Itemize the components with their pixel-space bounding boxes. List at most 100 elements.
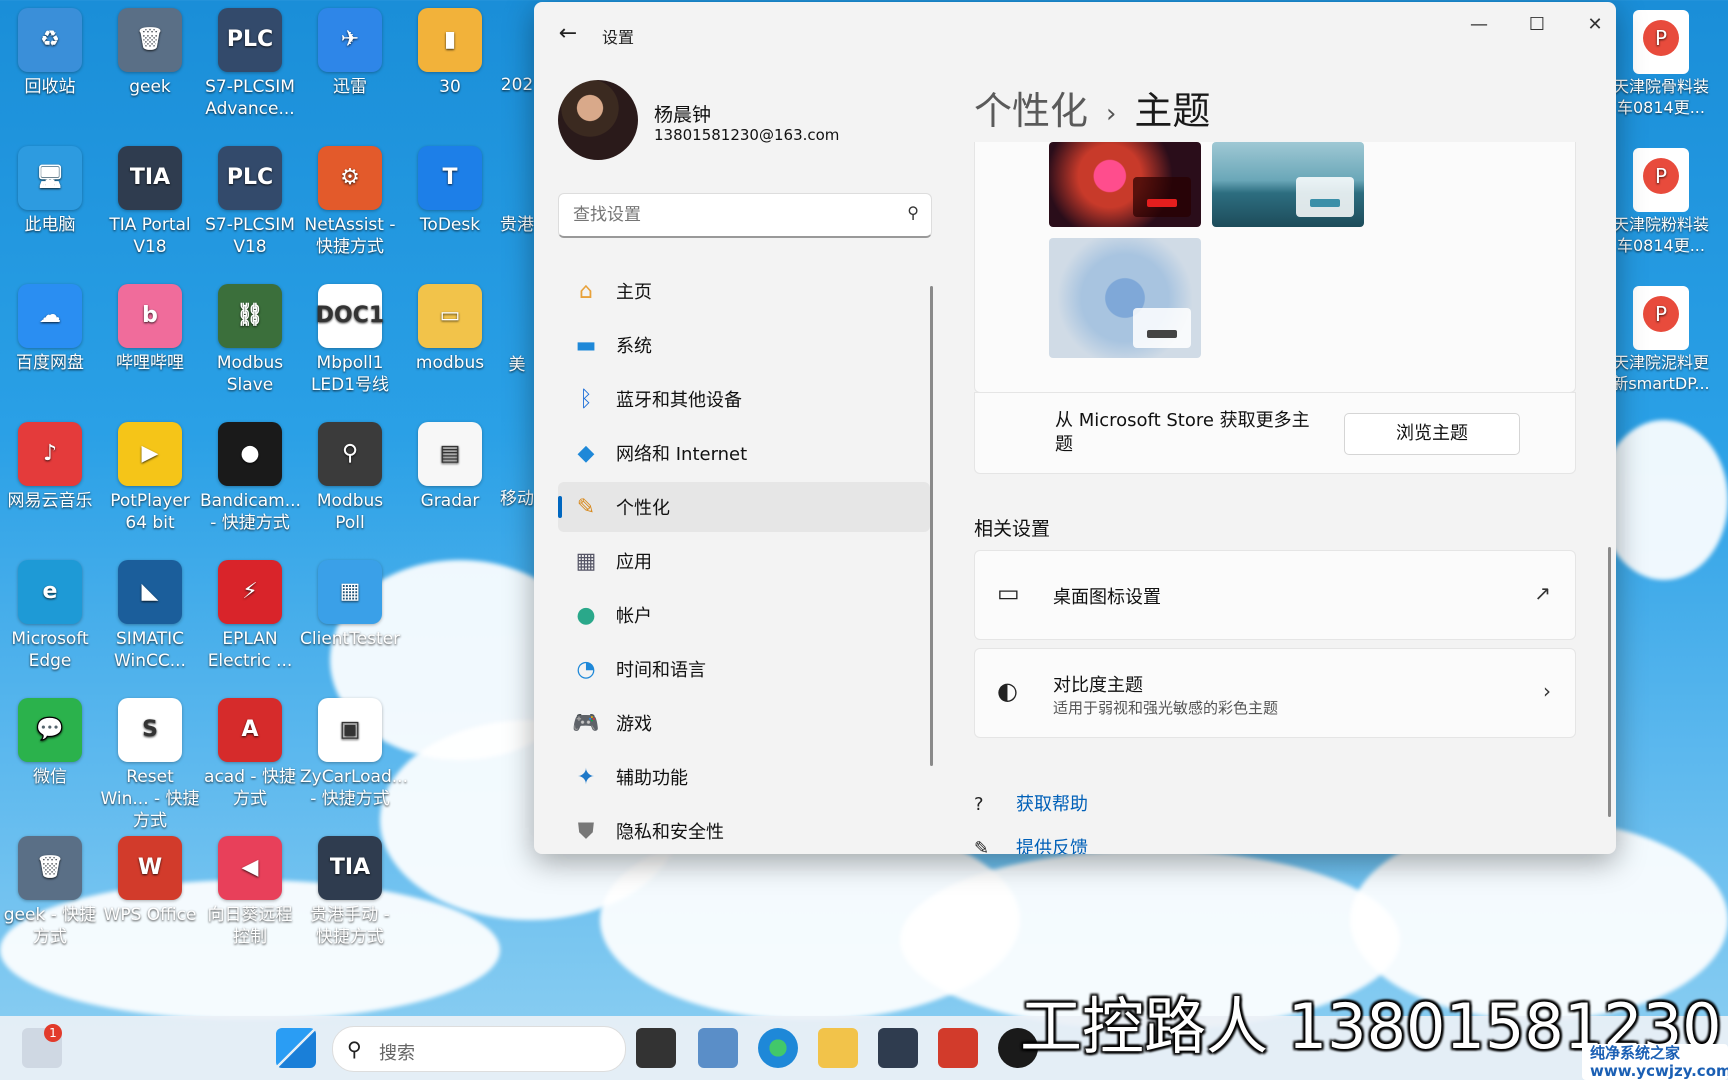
- taskbar-app-icon[interactable]: [698, 1028, 738, 1068]
- desktop-icon[interactable]: ▣ ZyCarLoad... - 快捷方式: [300, 698, 408, 810]
- minimize-button[interactable]: —: [1454, 10, 1504, 40]
- contrast-themes-card[interactable]: ◐ 对比度主题 适用于弱视和强光敏感的彩色主题 ›: [974, 648, 1576, 738]
- desktop-icon-label[interactable]: 移动 GX: [500, 488, 534, 510]
- display-icon: ▬: [575, 332, 597, 358]
- desktop-icon[interactable]: PLC S7-PLCSIM V18: [200, 146, 300, 258]
- app-icon: PLC: [218, 146, 282, 210]
- desktop-icon[interactable]: 💬 微信: [0, 698, 100, 788]
- nav-item-label: 主页: [616, 282, 652, 303]
- app-icon: PLC: [218, 8, 282, 72]
- maximize-button[interactable]: ☐: [1512, 10, 1562, 40]
- desktop-icon[interactable]: S Reset Win... - 快捷方式: [100, 698, 200, 832]
- desktop-icon-label: Microsoft Edge: [11, 629, 89, 671]
- nav-item[interactable]: ▬ 系统: [558, 320, 930, 370]
- nav-item[interactable]: ▦ 应用: [558, 536, 930, 586]
- desktop-icon[interactable]: ▦ ClientTester: [300, 560, 400, 650]
- desktop-file-icon[interactable]: P 天津院骨料装车0814更...: [1606, 10, 1716, 118]
- desktop-icon[interactable]: ▮ 30: [400, 8, 500, 98]
- desktop-icon[interactable]: ⚡ EPLAN Electric ...: [200, 560, 300, 672]
- close-button[interactable]: ✕: [1570, 10, 1616, 40]
- desktop-icon[interactable]: 🗑 geek - 快捷方式: [0, 836, 100, 948]
- nav-item[interactable]: ◆ 网络和 Internet: [558, 428, 930, 478]
- desktop-icon[interactable]: ▶ PotPlayer 64 bit: [100, 422, 200, 534]
- content-scrollbar[interactable]: [1608, 547, 1611, 817]
- nav-item[interactable]: ⌂ 主页: [558, 266, 930, 316]
- user-profile[interactable]: 杨晨钟 13801581230@163.com: [558, 80, 839, 160]
- nav-item[interactable]: ⛊ 隐私和安全性: [558, 806, 930, 854]
- desktop-icon[interactable]: ▭ modbus: [400, 284, 500, 374]
- theme-thumb-lake[interactable]: [1212, 142, 1364, 227]
- nav-item-label: 游戏: [616, 714, 652, 735]
- desktop-icon[interactable]: W WPS Office: [100, 836, 200, 926]
- card-title: 对比度主题: [1053, 675, 1143, 696]
- desktop-icon-settings-card[interactable]: ▭ 桌面图标设置 ↗: [974, 550, 1576, 640]
- desktop-icon[interactable]: b 哔哩哔哩: [100, 284, 200, 374]
- desktop-icon[interactable]: ☁ 百度网盘: [0, 284, 100, 374]
- app-icon: T: [418, 146, 482, 210]
- card-subtitle: 适用于弱视和强光敏感的彩色主题: [1053, 699, 1279, 717]
- desktop-icon[interactable]: ♻ 回收站: [0, 8, 100, 98]
- desktop-icon[interactable]: ✈ 迅雷: [300, 8, 400, 98]
- desktop-file-icon[interactable]: P 天津院粉料装车0814更...: [1606, 148, 1716, 256]
- search-icon: ⚲: [907, 203, 919, 222]
- get-help-link[interactable]: ? 获取帮助: [974, 790, 1088, 816]
- desktop-icon[interactable]: ● Bandicam... - 快捷方式: [200, 422, 301, 534]
- theme-thumb-glow[interactable]: [1049, 142, 1201, 227]
- desktop-icon[interactable]: TIA TIA Portal V18: [100, 146, 200, 258]
- app-icon: ⚲: [318, 422, 382, 486]
- desktop-icon: ▭: [997, 579, 1020, 607]
- desktop-icon[interactable]: Aacad - 快捷方式: [200, 698, 300, 810]
- desktop-icon[interactable]: ⚲ Modbus Poll: [300, 422, 400, 534]
- desktop-icon-label: SIMATIC WinCC...: [114, 629, 186, 671]
- theme-thumb-bloom[interactable]: [1049, 238, 1201, 358]
- browse-themes-button[interactable]: 浏览主题: [1344, 413, 1520, 455]
- feedback-link[interactable]: ✎ 提供反馈: [974, 834, 1088, 854]
- nav-item[interactable]: ᛒ 蓝牙和其他设备: [558, 374, 930, 424]
- nav-item[interactable]: 🎮 游戏: [558, 698, 930, 748]
- breadcrumb-parent[interactable]: 个性化: [974, 89, 1088, 133]
- start-button[interactable]: [276, 1028, 316, 1068]
- edge-icon[interactable]: [758, 1028, 798, 1068]
- nav-item[interactable]: ✦ 辅助功能: [558, 752, 930, 802]
- app-icon: ▭: [418, 284, 482, 348]
- nav-item[interactable]: ✎ 个性化: [558, 482, 930, 532]
- task-view-button[interactable]: [636, 1028, 676, 1068]
- tia-portal-icon[interactable]: [878, 1028, 918, 1068]
- desktop-icon[interactable]: ♪ 网易云音乐: [0, 422, 100, 512]
- app-icon: ⚙: [318, 146, 382, 210]
- desktop-icon[interactable]: T ToDesk: [400, 146, 500, 236]
- desktop-icon-label[interactable]: 贵港: [500, 214, 534, 236]
- desktop-icon[interactable]: ⚙ NetAssist - 快捷方式: [300, 146, 400, 258]
- desktop-file-icon[interactable]: P 天津院泥料更新smartDP...: [1606, 286, 1716, 394]
- pdf-badge-icon: P: [1643, 158, 1679, 194]
- desktop-icon[interactable]: e Microsoft Edge: [0, 560, 100, 672]
- pdf-badge-icon: P: [1643, 20, 1679, 56]
- desktop-icon-label: 天津院粉料装车0814更...: [1612, 215, 1709, 255]
- nav-item[interactable]: ● 帐户: [558, 590, 930, 640]
- desktop-icon-label[interactable]: 美: [500, 354, 534, 376]
- settings-search[interactable]: ⚲: [558, 193, 932, 238]
- wps-icon[interactable]: [938, 1028, 978, 1068]
- chevron-right-icon: ›: [1543, 679, 1551, 703]
- desktop-icon[interactable]: ◀ 向日葵远程控制: [200, 836, 300, 948]
- back-button[interactable]: ←: [554, 20, 582, 48]
- search-input[interactable]: [571, 204, 875, 226]
- nav-item[interactable]: ◔ 时间和语言: [558, 644, 930, 694]
- desktop-icon[interactable]: DOC1 Mbpoll1 LED1号线: [300, 284, 400, 396]
- app-icon: W: [118, 836, 182, 900]
- desktop-icon-label[interactable]: 202: [500, 74, 534, 96]
- weather-widget[interactable]: 1: [22, 1024, 62, 1068]
- desktop-icon[interactable]: TIA 贵港手动 - 快捷方式: [300, 836, 400, 948]
- file-explorer-icon[interactable]: [818, 1028, 858, 1068]
- desktop-icon-label: geek - 快捷方式: [3, 905, 97, 947]
- desktop-icon[interactable]: PLC S7-PLCSIM Advance...: [200, 8, 300, 120]
- content-pane: 从 Microsoft Store 获取更多主题 浏览主题 相关设置 ▭ 桌面图…: [974, 142, 1584, 854]
- desktop-icon[interactable]: ▤ Gradar: [400, 422, 500, 512]
- taskbar-search[interactable]: ⚲ 搜索: [332, 1026, 626, 1072]
- nav-scrollbar[interactable]: [930, 286, 933, 766]
- desktop-icon[interactable]: 🖥 此电脑: [0, 146, 100, 236]
- desktop-icon-label: 天津院泥料更新smartDP...: [1612, 353, 1710, 393]
- desktop-icon[interactable]: ◣ SIMATIC WinCC...: [100, 560, 200, 672]
- desktop-icon[interactable]: ⛓ Modbus Slave: [200, 284, 300, 396]
- desktop-icon[interactable]: 🗑 geek: [100, 8, 200, 98]
